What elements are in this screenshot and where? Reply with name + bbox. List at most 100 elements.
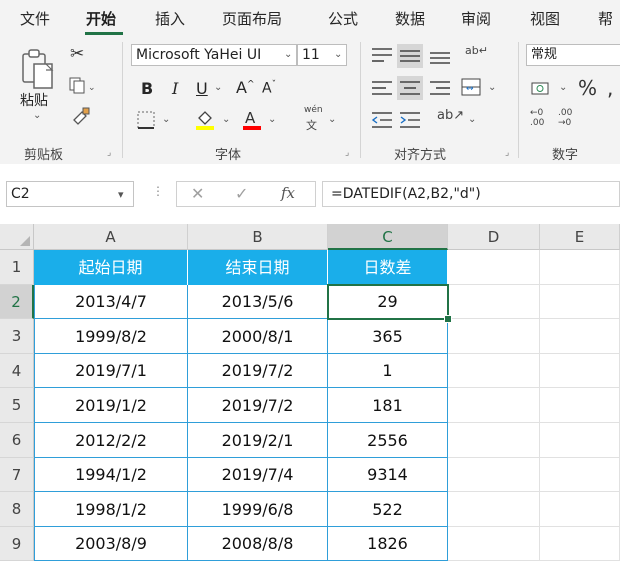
underline-button[interactable]: U [196, 79, 208, 98]
cut-icon[interactable]: ✂ [70, 46, 84, 63]
alignment-launcher-icon[interactable]: ⌟ [505, 148, 509, 158]
menu-page-layout[interactable]: 页面布局 [222, 8, 282, 29]
empty-cell-e[interactable] [540, 250, 620, 285]
menu-data[interactable]: 数据 [395, 8, 425, 29]
align-right-icon[interactable] [428, 78, 452, 98]
name-box[interactable]: C2 [6, 181, 134, 207]
menu-file[interactable]: 文件 [20, 8, 50, 29]
column-header-e[interactable]: E [540, 224, 620, 250]
cell-a[interactable]: 1994/1/2 [34, 458, 188, 492]
empty-cell-e[interactable] [540, 285, 620, 319]
insert-function-button[interactable]: fx [281, 184, 295, 202]
paste-icon[interactable] [20, 48, 56, 92]
formula-input[interactable]: =DATEDIF(A2,B2,"d") [322, 181, 620, 207]
font-name-dropdown-icon[interactable]: ⌄ [284, 49, 292, 60]
menu-home[interactable]: 开始 [86, 8, 116, 29]
cell-c[interactable]: 181 [328, 388, 448, 423]
cell-b[interactable]: 2019/7/4 [188, 458, 328, 492]
align-bottom-icon[interactable] [428, 46, 452, 66]
percent-style-button[interactable]: % [578, 76, 597, 100]
align-center-icon[interactable] [397, 76, 423, 100]
align-top-icon[interactable] [370, 46, 394, 66]
empty-cell-e[interactable] [540, 423, 620, 458]
column-header-a[interactable]: A [34, 224, 188, 250]
number-format-select[interactable]: 常规 [526, 44, 620, 66]
borders-dropdown-icon[interactable]: ⌄ [162, 114, 170, 125]
row-header[interactable]: 6 [0, 423, 34, 458]
empty-cell-d[interactable] [448, 527, 540, 561]
empty-cell-d[interactable] [448, 250, 540, 285]
cell-b[interactable]: 2019/2/1 [188, 423, 328, 458]
header-cell-c[interactable]: 日数差 [328, 250, 448, 285]
empty-cell-d[interactable] [448, 492, 540, 527]
font-launcher-icon[interactable]: ⌟ [345, 148, 349, 158]
empty-cell-e[interactable] [540, 527, 620, 561]
column-header-d[interactable]: D [448, 224, 540, 250]
cell-a[interactable]: 2019/7/1 [34, 354, 188, 388]
cell-b[interactable]: 1999/6/8 [188, 492, 328, 527]
orientation-dropdown-icon[interactable]: ⌄ [468, 114, 476, 125]
confirm-formula-icon[interactable]: ✓ [235, 184, 248, 203]
shrink-font-button[interactable]: Aˇ [262, 80, 276, 97]
empty-cell-e[interactable] [540, 458, 620, 492]
fill-color-icon[interactable] [194, 108, 216, 132]
bold-button[interactable]: B [141, 79, 153, 98]
column-header-b[interactable]: B [188, 224, 328, 250]
phonetic-guide-top[interactable]: wén [304, 105, 323, 115]
name-box-dropdown-icon[interactable]: ▾ [118, 188, 124, 201]
cell-c[interactable]: 2556 [328, 423, 448, 458]
merge-center-icon[interactable]: ↔ [460, 76, 482, 98]
align-middle-icon[interactable] [397, 44, 423, 68]
empty-cell-e[interactable] [540, 319, 620, 354]
empty-cell-e[interactable] [540, 388, 620, 423]
accounting-dropdown-icon[interactable]: ⌄ [559, 82, 567, 93]
empty-cell-d[interactable] [448, 388, 540, 423]
cell-c[interactable]: 9314 [328, 458, 448, 492]
decrease-indent-icon[interactable] [370, 110, 394, 130]
empty-cell-d[interactable] [448, 458, 540, 492]
phonetic-guide-bottom[interactable]: 文 [306, 117, 317, 133]
align-left-icon[interactable] [370, 78, 394, 98]
cell-b[interactable]: 2000/8/1 [188, 319, 328, 354]
italic-button[interactable]: I [172, 79, 178, 98]
cell-c[interactable]: 29 [328, 285, 448, 319]
wrap-text-icon[interactable]: ab↵ [465, 44, 488, 57]
empty-cell-d[interactable] [448, 319, 540, 354]
header-cell-a[interactable]: 起始日期 [34, 250, 188, 285]
fill-handle[interactable] [444, 315, 452, 323]
borders-icon[interactable] [137, 111, 155, 129]
cell-a[interactable]: 2013/4/7 [34, 285, 188, 319]
empty-cell-e[interactable] [540, 354, 620, 388]
menu-formulas[interactable]: 公式 [328, 8, 358, 29]
column-header-c[interactable]: C [328, 224, 448, 250]
menu-review[interactable]: 审阅 [461, 8, 491, 29]
underline-dropdown-icon[interactable]: ⌄ [214, 82, 222, 93]
cell-c[interactable]: 365 [328, 319, 448, 354]
comma-style-button[interactable]: , [607, 76, 613, 100]
merge-dropdown-icon[interactable]: ⌄ [488, 82, 496, 93]
cell-b[interactable]: 2019/7/2 [188, 354, 328, 388]
cell-c[interactable]: 522 [328, 492, 448, 527]
accounting-format-icon[interactable] [530, 80, 552, 98]
cancel-formula-icon[interactable]: ✕ [191, 184, 204, 203]
empty-cell-d[interactable] [448, 285, 540, 319]
cell-a[interactable]: 2012/2/2 [34, 423, 188, 458]
menu-help[interactable]: 帮 [598, 8, 613, 29]
cell-c[interactable]: 1826 [328, 527, 448, 561]
font-size-dropdown-icon[interactable]: ⌄ [334, 49, 342, 60]
grow-font-button[interactable]: A^ [236, 78, 255, 97]
row-header[interactable]: 1 [0, 250, 34, 285]
empty-cell-d[interactable] [448, 423, 540, 458]
cell-c[interactable]: 1 [328, 354, 448, 388]
select-all-button[interactable] [0, 224, 34, 250]
format-painter-icon[interactable] [70, 106, 92, 128]
clipboard-launcher-icon[interactable]: ⌟ [107, 148, 111, 158]
cell-a[interactable]: 2003/8/9 [34, 527, 188, 561]
cell-a[interactable]: 2019/1/2 [34, 388, 188, 423]
row-header[interactable]: 7 [0, 458, 34, 492]
decrease-decimal-button[interactable]: .00 →0 [558, 108, 580, 128]
cell-b[interactable]: 2008/8/8 [188, 527, 328, 561]
font-color-dropdown-icon[interactable]: ⌄ [268, 114, 276, 125]
cell-a[interactable]: 1998/1/2 [34, 492, 188, 527]
row-header[interactable]: 8 [0, 492, 34, 527]
